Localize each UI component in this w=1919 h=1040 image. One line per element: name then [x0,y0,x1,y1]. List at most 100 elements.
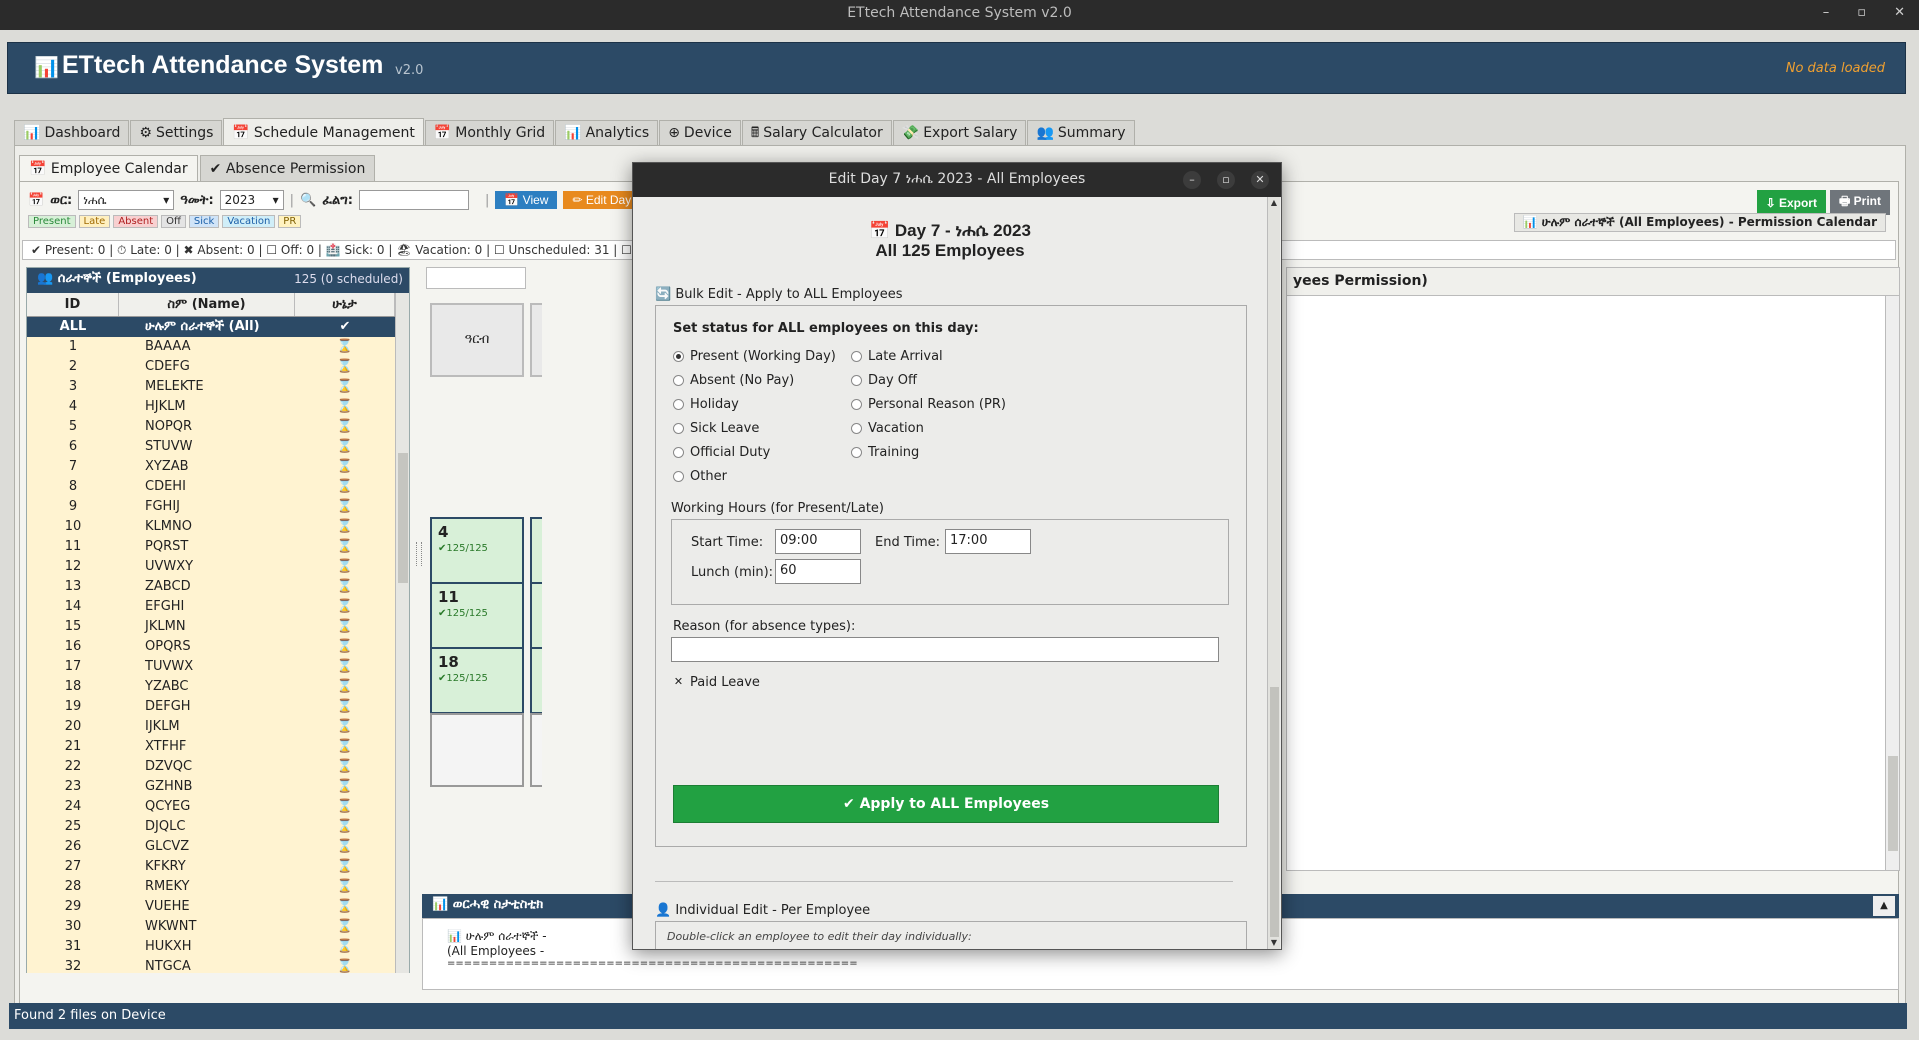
status-radio[interactable]: Official Duty [673,445,770,460]
table-row[interactable]: 1 BAAAA ⌛ [27,337,395,357]
tab-summary[interactable]: 👥 Summary [1027,120,1135,146]
lunch-input[interactable]: 60 [775,559,861,584]
view-button[interactable]: 📅 View [495,191,558,209]
status-radio[interactable]: Vacation [851,421,924,436]
day-cell[interactable]: 4 ✔125/125 [430,517,524,591]
status-radio[interactable]: Other [673,469,727,484]
cell-name: KLMNO [145,519,192,534]
table-row[interactable]: 24 QCYEG ⌛ [27,797,395,817]
tab-device[interactable]: ⊕ Device [659,120,741,146]
column-status[interactable]: ሁኔታ [295,293,395,316]
print-button[interactable]: 🖶 Print [1829,190,1890,215]
table-row[interactable]: 11 PQRST ⌛ [27,537,395,557]
permission-scrollbar[interactable] [1885,296,1899,870]
status-radio[interactable]: Sick Leave [673,421,759,436]
month-select[interactable]: ነሐሴ ▾ [78,190,175,210]
table-row[interactable]: 6 STUVW ⌛ [27,437,395,457]
table-row[interactable]: 25 DJQLC ⌛ [27,817,395,837]
table-row[interactable]: 32 NTGCA ⌛ [27,957,395,973]
cell-name: MELEKTE [145,379,204,394]
collapse-button[interactable]: ▲ [1873,896,1895,916]
column-name[interactable]: ስም (Name) [119,293,295,316]
minimize-icon[interactable]: – [1823,0,1830,26]
cell-id: 19 [64,699,82,714]
employee-scrollbar[interactable] [395,293,409,973]
tab-absence-permission[interactable]: ✔ Absence Permission [199,155,376,181]
scrollbar-thumb[interactable] [398,453,408,583]
table-row[interactable]: 2 CDEFG ⌛ [27,357,395,377]
table-row[interactable]: 14 EFGHI ⌛ [27,597,395,617]
status-radio[interactable]: Late Arrival [851,349,943,364]
tab-dashboard[interactable]: 📊 Dashboard [14,120,130,146]
search-input[interactable] [358,190,469,210]
day-cell[interactable]: 18 ✔125/125 [430,647,524,721]
table-row[interactable]: 20 IJKLM ⌛ [27,717,395,737]
table-row[interactable]: 15 JKLMN ⌛ [27,617,395,637]
dialog-maximize-icon[interactable]: ▫ [1217,171,1235,189]
tab-icon: 📊 [564,125,582,141]
edit-day-button[interactable]: ✏ Edit Day [563,191,641,209]
table-row[interactable]: 30 WKWNT ⌛ [27,917,395,937]
app-version: v2.0 [395,63,424,78]
scroll-down-icon[interactable]: ▼ [1268,937,1280,949]
cell-status: ⌛ [336,779,354,794]
table-row[interactable]: 21 XTFHF ⌛ [27,737,395,757]
day-cell[interactable]: 11 ✔125/125 [430,582,524,656]
tab-schedule-management[interactable]: 📅 Schedule Management [223,118,424,146]
status-radio[interactable]: Personal Reason (PR) [851,397,1006,412]
dialog-scrollbar[interactable]: ▲ ▼ [1267,197,1280,949]
table-row[interactable]: 26 GLCVZ ⌛ [27,837,395,857]
end-time-input[interactable]: 17:00 [945,529,1031,554]
paid-leave-checkbox[interactable]: ✕ Paid Leave [673,675,760,690]
scrollbar-thumb[interactable] [1270,687,1279,937]
cell-status: ⌛ [336,899,354,914]
table-row[interactable]: 23 GZHNB ⌛ [27,777,395,797]
table-row[interactable]: 28 RMEKY ⌛ [27,877,395,897]
dialog-close-icon[interactable]: ✕ [1251,171,1269,189]
tab-salary-calculator[interactable]: 🖩 Salary Calculator [741,120,892,146]
day-cell-next[interactable] [530,517,542,591]
tab-export-salary[interactable]: 💸 Export Salary [892,120,1027,146]
day-cell-next[interactable] [530,582,542,656]
table-row[interactable]: 3 MELEKTE ⌛ [27,377,395,397]
day-cell-next[interactable] [530,647,542,721]
table-row[interactable]: 16 OPQRS ⌛ [27,637,395,657]
tab-monthly-grid[interactable]: 📅 Monthly Grid [424,120,555,146]
table-row[interactable]: 10 KLMNO ⌛ [27,517,395,537]
table-row[interactable]: 17 TUVWX ⌛ [27,657,395,677]
column-id[interactable]: ID [27,293,119,316]
dialog-minimize-icon[interactable]: – [1183,171,1201,189]
scroll-up-icon[interactable]: ▲ [1268,197,1280,209]
table-row[interactable]: 31 HUKXH ⌛ [27,937,395,957]
status-radio[interactable]: Absent (No Pay) [673,373,794,388]
table-row[interactable]: 19 DEFGH ⌛ [27,697,395,717]
year-select[interactable]: 2023 ▾ [219,190,284,210]
status-radio[interactable]: Day Off [851,373,917,388]
table-row[interactable]: 22 DZVQC ⌛ [27,757,395,777]
reason-input[interactable] [671,637,1219,662]
table-row[interactable]: 29 VUEHE ⌛ [27,897,395,917]
tab-employee-calendar[interactable]: 📅 Employee Calendar [19,155,198,181]
export-button[interactable]: ⇩ Export [1756,190,1826,215]
table-row[interactable]: 18 YZABC ⌛ [27,677,395,697]
table-row[interactable]: 13 ZABCD ⌛ [27,577,395,597]
table-row[interactable]: 8 CDEHI ⌛ [27,477,395,497]
cell-name: JKLMN [145,619,186,634]
table-row[interactable]: 7 XYZAB ⌛ [27,457,395,477]
status-radio[interactable]: Present (Working Day) [673,349,836,364]
start-time-input[interactable]: 09:00 [775,529,861,554]
table-row[interactable]: 27 KFKRY ⌛ [27,857,395,877]
table-row[interactable]: 4 HJKLM ⌛ [27,397,395,417]
status-radio[interactable]: Training [851,445,919,460]
table-row[interactable]: ALL ሁሉም ሰራተኞች (All) ✔ [27,317,395,337]
table-row[interactable]: 5 NOPQR ⌛ [27,417,395,437]
tab-analytics[interactable]: 📊 Analytics [555,120,659,146]
close-icon[interactable]: ✕ [1894,0,1905,26]
table-row[interactable]: 9 FGHIJ ⌛ [27,497,395,517]
apply-all-button[interactable]: ✔ Apply to ALL Employees [673,785,1219,823]
maximize-icon[interactable]: ▫ [1857,0,1866,26]
scrollbar-thumb[interactable] [1888,756,1898,851]
status-radio[interactable]: Holiday [673,397,739,412]
table-row[interactable]: 12 UVWXY ⌛ [27,557,395,577]
tab-settings[interactable]: ⚙ Settings [130,120,223,146]
